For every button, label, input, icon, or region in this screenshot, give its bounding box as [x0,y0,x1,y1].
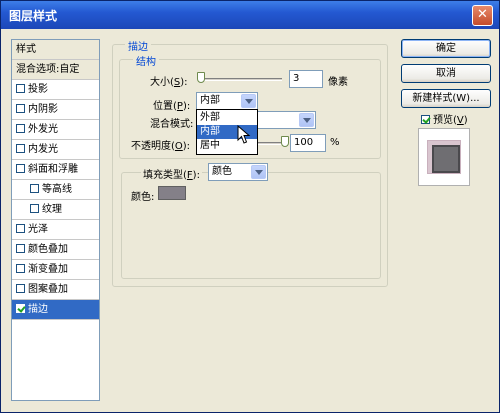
checkbox-icon[interactable] [16,244,25,253]
checkbox-icon[interactable] [16,284,25,293]
opacity-input[interactable]: 100 [290,134,326,152]
layer-style-dialog: 图层样式 ✕ 样式 混合选项:自定投影内阴影外发光内发光斜面和浮雕等高线纹理光泽… [0,0,500,413]
style-list-item-label: 斜面和浮雕 [28,164,78,175]
mouse-cursor-icon [237,125,251,144]
fill-type-select[interactable]: 颜色 [208,163,268,181]
color-label: 颜色: [131,192,155,203]
checkbox-icon[interactable] [16,164,25,173]
new-style-button[interactable]: 新建样式(W)... [401,89,491,108]
style-list-item[interactable]: 内阴影 [12,100,99,120]
position-option[interactable]: 外部 [197,111,257,125]
style-list-item-label: 渐变叠加 [28,264,68,275]
style-list-item[interactable]: 内发光 [12,140,99,160]
style-list-item-label: 内发光 [28,144,58,155]
style-list-item-label: 光泽 [28,224,48,235]
title-bar[interactable]: 图层样式 ✕ [1,1,499,29]
size-unit: 像素 [328,77,348,88]
style-list-item-label: 纹理 [42,204,62,215]
position-select-value: 内部 [200,95,220,106]
checkbox-icon[interactable] [16,224,25,233]
close-icon[interactable]: ✕ [472,5,493,26]
stroke-group-title: 描边 [125,38,151,53]
size-label: 大小(S): [150,77,188,88]
style-list-item-label: 等高线 [42,184,72,195]
style-list-item[interactable]: 颜色叠加 [12,240,99,260]
checkbox-checked-icon[interactable] [16,304,25,313]
style-list-item-label: 投影 [28,84,48,95]
style-list-item[interactable]: 混合选项:自定 [12,60,99,80]
style-list-item[interactable]: 纹理 [12,200,99,220]
chevron-down-icon[interactable] [251,165,266,179]
style-list-item[interactable]: 描边 [12,300,99,320]
style-list: 样式 混合选项:自定投影内阴影外发光内发光斜面和浮雕等高线纹理光泽颜色叠加渐变叠… [11,39,100,401]
cancel-button[interactable]: 取消 [401,64,491,83]
checkbox-icon[interactable] [30,204,39,213]
window-title: 图层样式 [9,9,58,23]
chevron-down-icon[interactable] [299,113,314,127]
checkbox-icon[interactable] [16,124,25,133]
style-list-item-label: 混合选项:自定 [16,64,80,75]
checkbox-icon[interactable] [16,104,25,113]
style-list-item[interactable]: 斜面和浮雕 [12,160,99,180]
style-list-item[interactable]: 等高线 [12,180,99,200]
style-list-item[interactable]: 光泽 [12,220,99,240]
preview-check-icon[interactable] [421,115,430,124]
size-input[interactable]: 3 [289,70,323,88]
position-label: 位置(P): [153,101,191,112]
fill-type-label: 填充类型(F): [141,166,202,181]
style-list-item-label: 描边 [28,304,48,315]
opacity-unit: % [330,137,340,148]
checkbox-icon[interactable] [16,264,25,273]
style-list-item-label: 外发光 [28,124,58,135]
structure-group-title: 结构 [133,53,159,68]
preview-thumbnail [427,140,461,174]
checkbox-icon[interactable] [16,84,25,93]
style-list-item[interactable]: 图案叠加 [12,280,99,300]
checkbox-icon[interactable] [30,184,39,193]
ok-button[interactable]: 确定 [401,39,491,58]
style-preview [418,128,470,186]
style-list-item[interactable]: 外发光 [12,120,99,140]
size-slider-thumb[interactable] [197,72,205,83]
style-list-item[interactable]: 投影 [12,80,99,100]
color-swatch[interactable] [158,186,186,200]
size-slider-track[interactable] [198,78,282,81]
style-list-item-label: 颜色叠加 [28,244,68,255]
preview-checkbox[interactable]: 预览(V) [421,111,468,126]
fill-type-select-value: 颜色 [212,166,232,177]
opacity-label: 不透明度(O): [131,141,191,152]
style-list-header: 样式 [12,40,99,60]
checkbox-icon[interactable] [16,144,25,153]
position-select[interactable]: 内部 [196,92,258,110]
opacity-slider-thumb[interactable] [281,136,289,147]
blend-mode-label: 混合模式: [150,119,194,130]
style-list-item-label: 图案叠加 [28,284,68,295]
chevron-down-icon[interactable] [241,94,256,108]
style-list-item[interactable]: 渐变叠加 [12,260,99,280]
style-list-item-label: 内阴影 [28,104,58,115]
